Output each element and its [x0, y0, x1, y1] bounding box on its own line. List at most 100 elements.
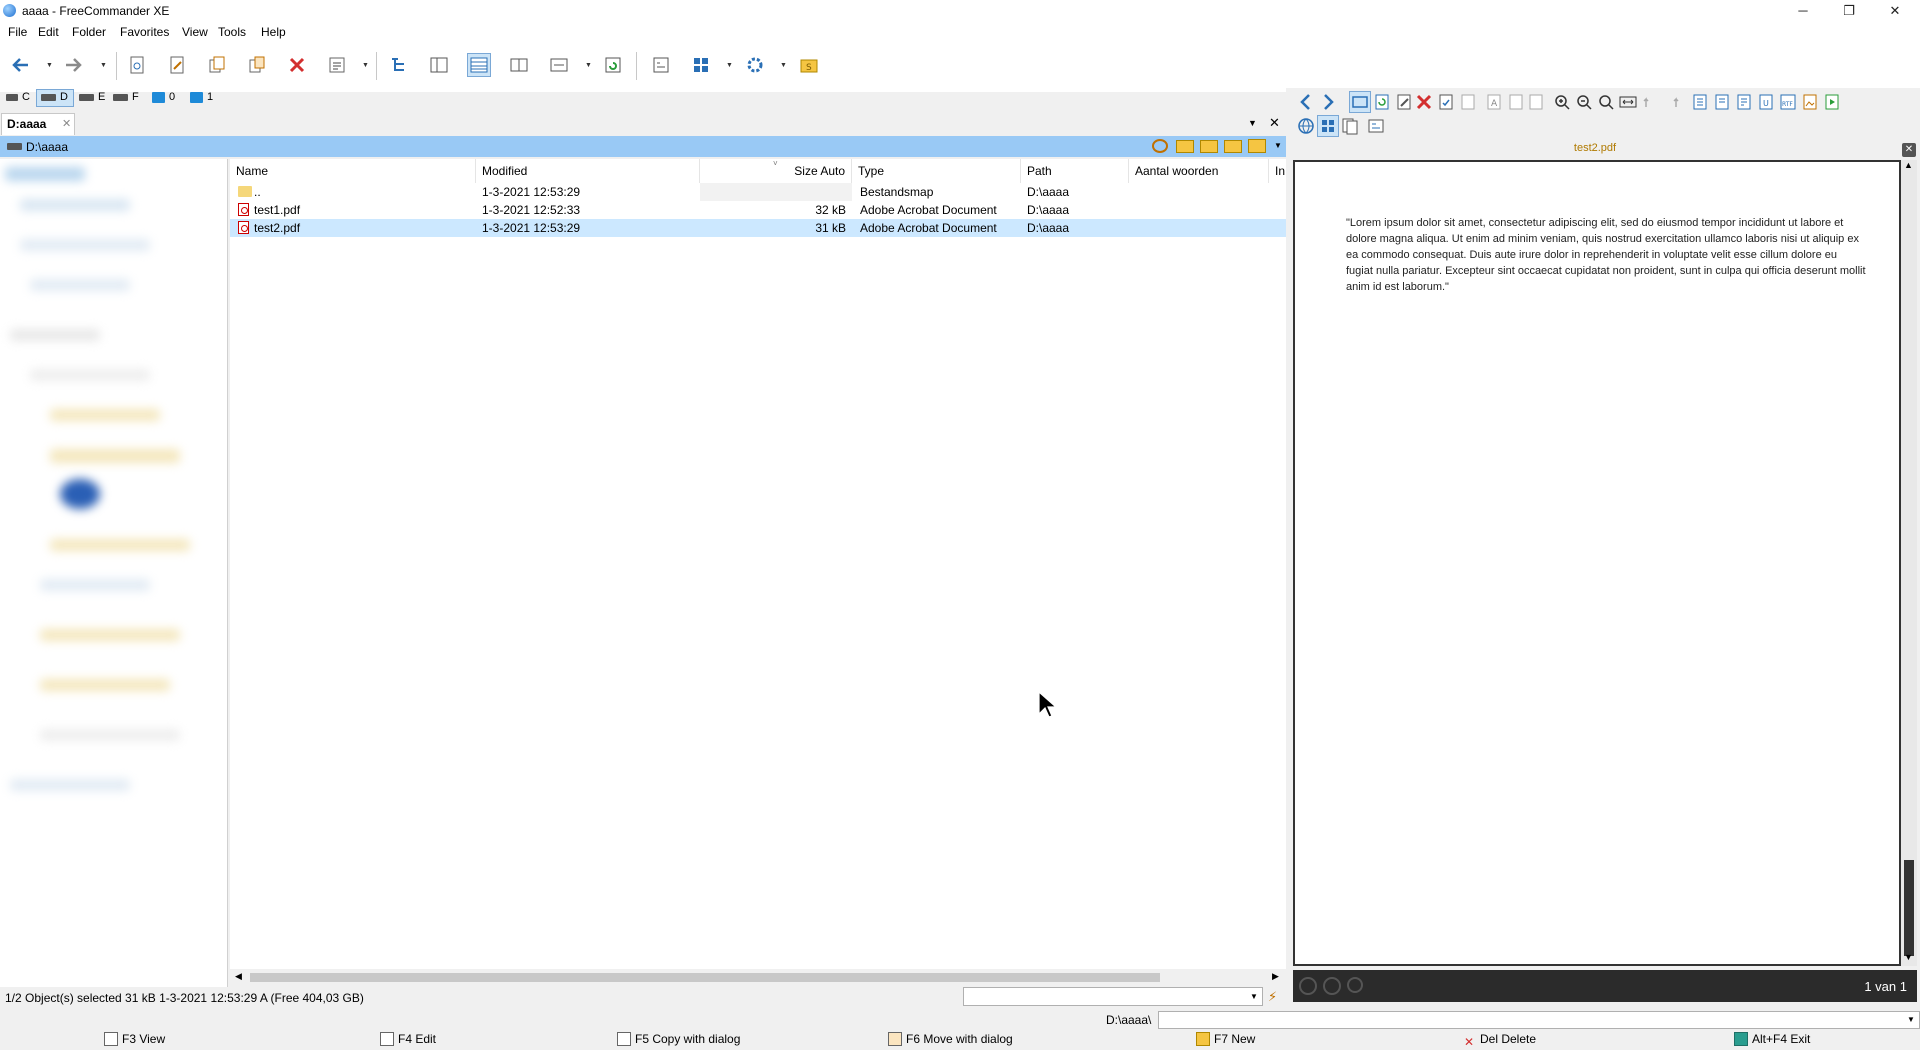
menu-file[interactable]: File [8, 25, 27, 39]
scroll-left-icon[interactable]: ◀ [235, 971, 242, 982]
path-bar[interactable]: D:\aaaa ▼ [0, 136, 1288, 157]
tab-close-icon[interactable]: ✕ [62, 117, 71, 130]
del-delete-button[interactable]: ✕ Del Delete [1462, 1032, 1536, 1050]
favorites-folder-icon[interactable] [1176, 140, 1194, 153]
zoom-out-icon[interactable] [1574, 92, 1594, 112]
drive-d-button[interactable]: D [41, 91, 68, 103]
hex-view-icon[interactable] [1734, 92, 1754, 112]
drive-c-button[interactable]: C [6, 91, 30, 103]
minimize-button[interactable]: ─ [1780, 0, 1826, 22]
panel-layout-icon[interactable] [428, 54, 450, 76]
drive-f-button[interactable]: F [113, 91, 139, 103]
find-icon[interactable] [1347, 977, 1363, 993]
media-view-icon[interactable] [1822, 92, 1842, 112]
menu-favorites[interactable]: Favorites [120, 25, 169, 39]
menu-edit[interactable]: Edit [38, 25, 59, 39]
table-row[interactable]: test1.pdf 1-3-2021 12:52:33 32 kB Adobe … [230, 201, 1286, 219]
scroll-up-icon[interactable]: ▲ [1904, 160, 1913, 170]
column-header-word-count[interactable]: Aantal woorden [1129, 159, 1269, 183]
folder-tree[interactable] [0, 159, 228, 987]
column-header-type[interactable]: Type [852, 159, 1021, 183]
compare-dropdown-icon[interactable]: ▼ [585, 62, 593, 70]
forward-dropdown-icon[interactable]: ▼ [100, 62, 108, 70]
root-folder-icon[interactable] [1224, 140, 1242, 153]
folder-tabs-icon[interactable] [1248, 139, 1266, 153]
view-file-icon[interactable] [126, 54, 148, 76]
back-dropdown-icon[interactable]: ▼ [46, 62, 54, 70]
options-icon[interactable] [1366, 116, 1386, 136]
search-icon[interactable] [1596, 92, 1616, 112]
close-panel-icon[interactable]: ✕ [1269, 115, 1280, 131]
check-doc-icon[interactable] [1436, 92, 1456, 112]
grid-icon[interactable] [690, 54, 712, 76]
restore-button[interactable]: ❐ [1826, 0, 1872, 22]
binary-view-icon[interactable] [1712, 92, 1732, 112]
table-row[interactable]: .. 1-3-2021 12:53:29 Bestandsmap D:\aaaa [230, 183, 1286, 201]
properties-icon[interactable] [326, 54, 348, 76]
page-up-icon[interactable] [1299, 977, 1317, 995]
scroll-down-icon[interactable]: ▼ [1904, 952, 1913, 962]
f3-view-button[interactable]: F3 View [104, 1032, 165, 1050]
page-down-icon[interactable] [1323, 977, 1341, 995]
filter-dropdown-icon[interactable]: ▼ [1250, 992, 1258, 1001]
tree-view-icon[interactable] [388, 54, 410, 76]
tab-aaaa[interactable]: D:aaaa ✕ [1, 113, 75, 135]
dual-panel-icon[interactable] [508, 54, 530, 76]
text-view-icon[interactable] [1690, 92, 1710, 112]
web-view-icon[interactable] [1296, 116, 1316, 136]
command-line-input[interactable]: ▼ [1158, 1011, 1920, 1029]
f5-copy-button[interactable]: F5 Copy with dialog [617, 1032, 740, 1050]
fit-width-icon[interactable] [1618, 92, 1638, 112]
history-icon[interactable] [1152, 139, 1168, 153]
settings-dropdown-icon[interactable]: ▼ [780, 62, 788, 70]
zoom-in-icon[interactable] [1552, 92, 1572, 112]
tab-list-dropdown-icon[interactable]: ▼ [1248, 118, 1257, 128]
column-header-path[interactable]: Path [1021, 159, 1129, 183]
rotate-left-icon[interactable] [1640, 92, 1660, 112]
grid-dropdown-icon[interactable]: ▼ [726, 62, 734, 70]
multi-page-icon[interactable] [1340, 116, 1360, 136]
pdf-page[interactable]: "Lorem ipsum dolor sit amet, consectetur… [1293, 160, 1901, 966]
path-dropdown-icon[interactable]: ▼ [1274, 141, 1282, 150]
settings-icon[interactable] [744, 54, 766, 76]
reload-icon[interactable] [1372, 92, 1392, 112]
scroll-right-icon[interactable]: ▶ [1272, 971, 1279, 982]
parent-folder-icon[interactable] [1200, 140, 1218, 153]
rtf-view-icon[interactable]: RTF [1778, 92, 1798, 112]
f6-move-button[interactable]: F6 Move with dialog [888, 1032, 1013, 1050]
edit-file-icon[interactable] [166, 54, 188, 76]
image-view-icon[interactable] [1800, 92, 1820, 112]
forward-icon[interactable] [62, 54, 84, 76]
filter-apply-icon[interactable]: ⚡ [1268, 989, 1284, 1005]
column-header-name[interactable]: Name [230, 159, 476, 183]
move-icon[interactable] [246, 54, 268, 76]
close-preview-icon[interactable] [1414, 92, 1434, 112]
details-view-icon[interactable] [467, 53, 491, 77]
alt-f4-exit-button[interactable]: Alt+F4 Exit [1734, 1032, 1810, 1050]
compare-panels-icon[interactable] [548, 54, 570, 76]
preview-mode-icon[interactable] [1349, 91, 1371, 113]
file-list[interactable]: Name Modified Size Auto ˅ Type Path Aant… [230, 159, 1286, 969]
close-button[interactable]: ✕ [1872, 0, 1918, 22]
page-icon[interactable] [1458, 92, 1478, 112]
menu-view[interactable]: View [182, 25, 208, 39]
f7-new-button[interactable]: F7 New [1196, 1032, 1255, 1050]
folder-sync-icon[interactable]: S [798, 54, 820, 76]
menu-help[interactable]: Help [261, 25, 286, 39]
drive-0-button[interactable]: 0 [152, 91, 175, 103]
command-dropdown-icon[interactable]: ▼ [1907, 1015, 1915, 1024]
preview-close-icon[interactable]: ✕ [1902, 143, 1916, 157]
delete-icon[interactable] [286, 54, 308, 76]
f4-edit-button[interactable]: F4 Edit [380, 1032, 436, 1050]
preview-scrollbar[interactable]: ▲ ▼ [1901, 160, 1917, 966]
back-icon[interactable] [10, 54, 32, 76]
edit-doc-icon[interactable] [1394, 92, 1414, 112]
previous-icon[interactable] [1296, 92, 1316, 112]
plugin-view-icon[interactable] [1317, 115, 1339, 137]
quick-filter-input[interactable]: ▼ [963, 987, 1263, 1006]
scrollbar-thumb[interactable] [250, 973, 1160, 982]
select-icon[interactable] [650, 54, 672, 76]
font-icon[interactable]: A [1484, 92, 1504, 112]
horizontal-scrollbar[interactable]: ◀ ▶ [230, 969, 1286, 986]
copy-icon[interactable] [206, 54, 228, 76]
